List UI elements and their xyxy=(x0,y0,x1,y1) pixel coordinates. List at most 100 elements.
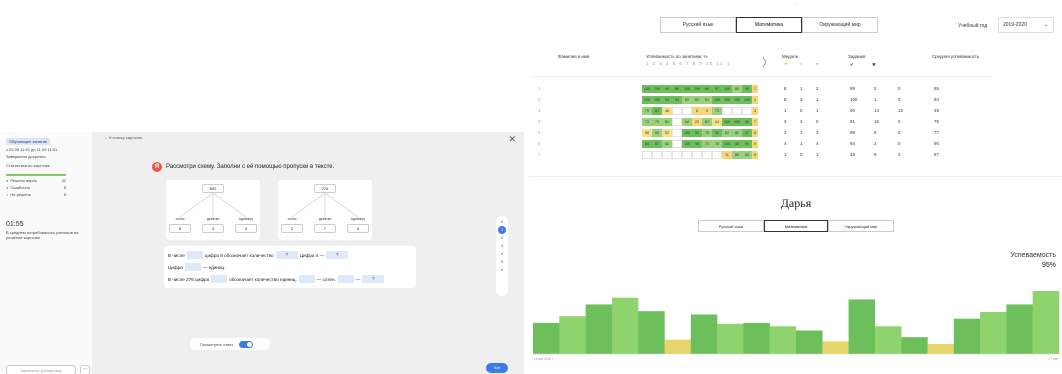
text-fragment: Цифра xyxy=(168,264,183,270)
score-cell: 100 xyxy=(652,96,662,104)
tree-head: десятки xyxy=(318,217,332,221)
score-cell: 67 xyxy=(702,118,712,126)
answer-input[interactable] xyxy=(186,251,203,259)
score-cell: 73 xyxy=(712,107,722,115)
table-row[interactable]: 6 85 87 82 100 98 73 78 100 88 94 9 4 1 4 94 2 0 90 xyxy=(530,139,1062,149)
medal-count: 1 xyxy=(800,130,803,135)
table-row[interactable]: 4 73 73 81 64 23 67 44 100 100 95 7 3 2 0 81 15 0 75 xyxy=(530,117,1062,127)
score-cell: 97 xyxy=(742,129,752,137)
tab-world[interactable]: Окружающий мир xyxy=(802,17,878,33)
table-row[interactable]: 1 100 100 94 86 100 100 86 97 100 80 95 7 8 1 2 99 2 0 95 xyxy=(530,84,1062,94)
table-row[interactable]: 3 79 87 46 8 0 73 3 1 0 1 40 14 13 48 xyxy=(530,106,1062,116)
answer-input[interactable]: ? xyxy=(326,251,349,259)
table-row[interactable]: 2 100 100 93 94 82 82 81 100 100 100 100 1 8 3 1 100 1 0 94 xyxy=(530,95,1062,105)
score-cell: 82 xyxy=(692,96,702,104)
tab-world[interactable]: Окружающий мир xyxy=(828,220,894,232)
table-row[interactable]: 5 58 60 52 100 92 75 92 62 82 97 8 2 1 3 88 8 0 77 xyxy=(530,128,1062,138)
answer-input[interactable] xyxy=(337,275,354,283)
score-cell: 81 xyxy=(702,96,712,104)
close-icon[interactable]: ✕ xyxy=(508,134,516,145)
text-fragment: — сотен. xyxy=(316,276,336,282)
table-row[interactable]: 7 11 80 80 8 1 0 1 43 9 2 67 xyxy=(530,150,1062,160)
year-select[interactable]: 2019-2020 ⌄ xyxy=(998,17,1054,33)
tab-russian[interactable]: Русский язык xyxy=(660,17,736,33)
avg-value: 75 xyxy=(934,119,939,124)
screenshot-root: Обучающее занятие с 02.09 11:51 до 11.09… xyxy=(0,0,1062,374)
show-answer-toggle[interactable]: Посмотреть ответ xyxy=(190,338,270,350)
score-cell: 92 xyxy=(692,129,702,137)
chart-bar xyxy=(874,326,902,354)
answer-input[interactable] xyxy=(211,275,228,283)
score-cell: 100 xyxy=(642,96,652,104)
pager-page[interactable]: 2 xyxy=(496,234,508,242)
task-count: 0 xyxy=(898,97,901,102)
toggle-label: Посмотреть ответ xyxy=(200,341,234,347)
finish-training-button[interactable]: Закончить тренировку xyxy=(6,365,76,374)
answer-input[interactable]: ? xyxy=(362,275,385,283)
col-perf: Успеваемость по занятиям, % xyxy=(646,54,708,59)
stat-value: 6 xyxy=(63,185,66,190)
score-cell: 100 xyxy=(722,118,732,126)
task-count: 40 xyxy=(850,108,855,113)
score-cell: 7 xyxy=(752,85,758,93)
row-number: 6 xyxy=(538,141,541,146)
score-cell: 94 xyxy=(742,140,752,148)
score-cell: 62 xyxy=(722,129,732,137)
chart-bar xyxy=(743,322,770,354)
score-cell: 8 xyxy=(752,129,758,137)
score-cell: 87 xyxy=(652,140,662,148)
answer-input[interactable]: ? xyxy=(275,251,298,259)
chart-bar xyxy=(611,297,639,354)
medal-count: 2 xyxy=(816,86,819,91)
score-cell: 73 xyxy=(652,118,662,126)
chart-bar xyxy=(927,343,954,354)
stat-row-unsolved: ● Не решено 5 xyxy=(6,192,66,197)
stat-label: Решено верно xyxy=(10,178,38,183)
sentence-line-1: В числе цифра 8 обозначает количество ? … xyxy=(168,251,350,259)
stats-title: Статистика по карточке xyxy=(6,163,50,168)
answer-input[interactable] xyxy=(184,263,201,271)
score-cell: 80 xyxy=(732,151,742,159)
fill-in-text: В числе цифра 8 обозначает количество ? … xyxy=(164,246,416,288)
task-count: 100 xyxy=(850,97,858,102)
chat-button[interactable]: Чат xyxy=(486,363,508,373)
tree-top-value: 840 xyxy=(202,184,224,193)
answer-input[interactable] xyxy=(298,275,315,283)
tab-math[interactable]: Математика xyxy=(736,17,802,33)
chart-bar xyxy=(638,311,665,354)
performance-value: 95% xyxy=(1041,262,1056,269)
task-count: 0 xyxy=(898,130,901,135)
tab-math[interactable]: Математика xyxy=(764,220,828,232)
chart-bar xyxy=(822,341,849,354)
pager-page[interactable]: 5 xyxy=(496,258,508,266)
pager-page[interactable]: 3 xyxy=(496,242,508,250)
text-fragment: цифра 8 обозначает количество xyxy=(204,252,274,258)
pager-page[interactable]: 1 xyxy=(498,226,506,234)
task-text: Рассмотри схему. Заполни с её помощью пр… xyxy=(166,164,335,170)
score-cell xyxy=(662,151,672,159)
bronze-medal-icon: ● xyxy=(816,61,819,66)
clipped-header: ... xyxy=(794,0,798,5)
back-to-cards-link[interactable]: ← К списку карточек xyxy=(104,135,142,140)
score-cell: 93 xyxy=(662,96,672,104)
pager-page[interactable]: 4 xyxy=(496,250,508,258)
chart-bars xyxy=(533,291,1060,354)
chart-bar xyxy=(769,326,797,354)
pager-down-icon[interactable]: ∨ xyxy=(496,266,508,274)
chart-bar xyxy=(664,339,691,354)
more-button[interactable]: ··· xyxy=(80,365,90,374)
text-fragment: — единиц. xyxy=(202,264,226,270)
scroll-right-icon[interactable]: 〉 xyxy=(762,54,773,70)
score-cell: 7 xyxy=(752,118,758,126)
task-sidebar: Обучающее занятие с 02.09 11:51 до 11.09… xyxy=(0,132,92,374)
score-cell: 1 xyxy=(752,96,758,104)
score-cell: 11 xyxy=(722,151,732,159)
row-number: 3 xyxy=(538,108,541,113)
score-cell: 79 xyxy=(642,107,652,115)
toggle-switch[interactable] xyxy=(239,340,254,348)
tab-russian[interactable]: Русский язык xyxy=(698,220,764,232)
card-pager: ∧ 1 2 3 4 5 ∨ xyxy=(496,216,508,296)
pager-up-icon[interactable]: ∧ xyxy=(496,218,508,226)
score-cell: 98 xyxy=(692,140,702,148)
score-cell xyxy=(682,107,692,115)
